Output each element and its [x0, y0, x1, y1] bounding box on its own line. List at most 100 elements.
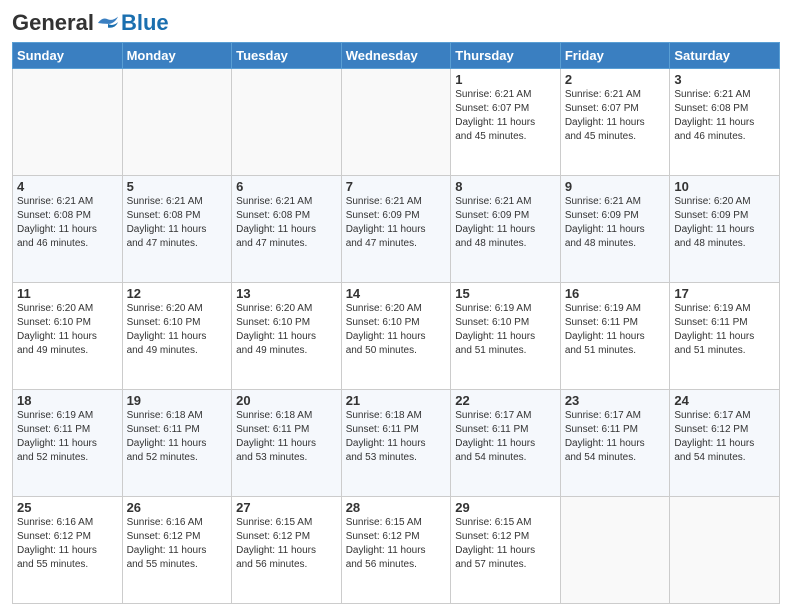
day-cell: 29Sunrise: 6:15 AM Sunset: 6:12 PM Dayli… — [451, 497, 561, 604]
week-row-5: 25Sunrise: 6:16 AM Sunset: 6:12 PM Dayli… — [13, 497, 780, 604]
weekday-header-saturday: Saturday — [670, 43, 780, 69]
day-info: Sunrise: 6:17 AM Sunset: 6:11 PM Dayligh… — [565, 409, 666, 465]
weekday-header-wednesday: Wednesday — [341, 43, 451, 69]
day-number: 4 — [17, 179, 118, 194]
logo-text: GeneralBlue — [12, 10, 169, 36]
day-number: 18 — [17, 393, 118, 408]
day-number: 12 — [127, 286, 228, 301]
header: GeneralBlue — [12, 10, 780, 36]
day-cell — [670, 497, 780, 604]
day-cell: 9Sunrise: 6:21 AM Sunset: 6:09 PM Daylig… — [560, 176, 670, 283]
day-cell — [560, 497, 670, 604]
day-number: 23 — [565, 393, 666, 408]
day-cell: 28Sunrise: 6:15 AM Sunset: 6:12 PM Dayli… — [341, 497, 451, 604]
day-number: 17 — [674, 286, 775, 301]
day-number: 5 — [127, 179, 228, 194]
day-number: 3 — [674, 72, 775, 87]
day-cell — [13, 69, 123, 176]
day-cell: 8Sunrise: 6:21 AM Sunset: 6:09 PM Daylig… — [451, 176, 561, 283]
day-number: 7 — [346, 179, 447, 194]
day-number: 9 — [565, 179, 666, 194]
day-cell — [122, 69, 232, 176]
logo: GeneralBlue — [12, 10, 169, 36]
day-cell: 16Sunrise: 6:19 AM Sunset: 6:11 PM Dayli… — [560, 283, 670, 390]
day-cell: 23Sunrise: 6:17 AM Sunset: 6:11 PM Dayli… — [560, 390, 670, 497]
day-cell: 11Sunrise: 6:20 AM Sunset: 6:10 PM Dayli… — [13, 283, 123, 390]
day-cell: 21Sunrise: 6:18 AM Sunset: 6:11 PM Dayli… — [341, 390, 451, 497]
day-number: 15 — [455, 286, 556, 301]
day-number: 2 — [565, 72, 666, 87]
weekday-header-monday: Monday — [122, 43, 232, 69]
day-cell: 18Sunrise: 6:19 AM Sunset: 6:11 PM Dayli… — [13, 390, 123, 497]
day-info: Sunrise: 6:21 AM Sunset: 6:08 PM Dayligh… — [127, 195, 228, 251]
day-cell: 25Sunrise: 6:16 AM Sunset: 6:12 PM Dayli… — [13, 497, 123, 604]
day-number: 28 — [346, 500, 447, 515]
day-number: 8 — [455, 179, 556, 194]
day-info: Sunrise: 6:16 AM Sunset: 6:12 PM Dayligh… — [17, 516, 118, 572]
day-info: Sunrise: 6:21 AM Sunset: 6:07 PM Dayligh… — [455, 88, 556, 144]
day-info: Sunrise: 6:20 AM Sunset: 6:10 PM Dayligh… — [236, 302, 337, 358]
day-info: Sunrise: 6:19 AM Sunset: 6:11 PM Dayligh… — [17, 409, 118, 465]
day-cell: 19Sunrise: 6:18 AM Sunset: 6:11 PM Dayli… — [122, 390, 232, 497]
weekday-header-thursday: Thursday — [451, 43, 561, 69]
day-info: Sunrise: 6:21 AM Sunset: 6:08 PM Dayligh… — [236, 195, 337, 251]
logo-blue: Blue — [121, 10, 169, 36]
day-number: 20 — [236, 393, 337, 408]
day-cell: 15Sunrise: 6:19 AM Sunset: 6:10 PM Dayli… — [451, 283, 561, 390]
day-info: Sunrise: 6:21 AM Sunset: 6:09 PM Dayligh… — [565, 195, 666, 251]
day-cell: 17Sunrise: 6:19 AM Sunset: 6:11 PM Dayli… — [670, 283, 780, 390]
day-info: Sunrise: 6:18 AM Sunset: 6:11 PM Dayligh… — [346, 409, 447, 465]
day-cell: 22Sunrise: 6:17 AM Sunset: 6:11 PM Dayli… — [451, 390, 561, 497]
day-cell: 14Sunrise: 6:20 AM Sunset: 6:10 PM Dayli… — [341, 283, 451, 390]
day-cell: 10Sunrise: 6:20 AM Sunset: 6:09 PM Dayli… — [670, 176, 780, 283]
day-info: Sunrise: 6:18 AM Sunset: 6:11 PM Dayligh… — [127, 409, 228, 465]
day-info: Sunrise: 6:19 AM Sunset: 6:11 PM Dayligh… — [565, 302, 666, 358]
day-cell: 7Sunrise: 6:21 AM Sunset: 6:09 PM Daylig… — [341, 176, 451, 283]
day-number: 21 — [346, 393, 447, 408]
day-info: Sunrise: 6:21 AM Sunset: 6:07 PM Dayligh… — [565, 88, 666, 144]
day-number: 19 — [127, 393, 228, 408]
day-number: 10 — [674, 179, 775, 194]
day-cell: 12Sunrise: 6:20 AM Sunset: 6:10 PM Dayli… — [122, 283, 232, 390]
weekday-header-friday: Friday — [560, 43, 670, 69]
page: GeneralBlue SundayMondayTuesdayWednesday… — [0, 0, 792, 612]
day-info: Sunrise: 6:21 AM Sunset: 6:08 PM Dayligh… — [674, 88, 775, 144]
day-cell: 6Sunrise: 6:21 AM Sunset: 6:08 PM Daylig… — [232, 176, 342, 283]
day-cell: 27Sunrise: 6:15 AM Sunset: 6:12 PM Dayli… — [232, 497, 342, 604]
day-number: 29 — [455, 500, 556, 515]
weekday-header-row: SundayMondayTuesdayWednesdayThursdayFrid… — [13, 43, 780, 69]
day-info: Sunrise: 6:21 AM Sunset: 6:08 PM Dayligh… — [17, 195, 118, 251]
day-info: Sunrise: 6:18 AM Sunset: 6:11 PM Dayligh… — [236, 409, 337, 465]
day-cell: 24Sunrise: 6:17 AM Sunset: 6:12 PM Dayli… — [670, 390, 780, 497]
day-number: 22 — [455, 393, 556, 408]
weekday-header-tuesday: Tuesday — [232, 43, 342, 69]
day-info: Sunrise: 6:20 AM Sunset: 6:09 PM Dayligh… — [674, 195, 775, 251]
day-info: Sunrise: 6:17 AM Sunset: 6:11 PM Dayligh… — [455, 409, 556, 465]
day-number: 6 — [236, 179, 337, 194]
day-info: Sunrise: 6:15 AM Sunset: 6:12 PM Dayligh… — [455, 516, 556, 572]
day-cell — [341, 69, 451, 176]
week-row-4: 18Sunrise: 6:19 AM Sunset: 6:11 PM Dayli… — [13, 390, 780, 497]
week-row-2: 4Sunrise: 6:21 AM Sunset: 6:08 PM Daylig… — [13, 176, 780, 283]
day-info: Sunrise: 6:20 AM Sunset: 6:10 PM Dayligh… — [346, 302, 447, 358]
day-cell: 20Sunrise: 6:18 AM Sunset: 6:11 PM Dayli… — [232, 390, 342, 497]
day-info: Sunrise: 6:16 AM Sunset: 6:12 PM Dayligh… — [127, 516, 228, 572]
day-cell — [232, 69, 342, 176]
day-number: 16 — [565, 286, 666, 301]
week-row-3: 11Sunrise: 6:20 AM Sunset: 6:10 PM Dayli… — [13, 283, 780, 390]
day-number: 14 — [346, 286, 447, 301]
day-cell: 13Sunrise: 6:20 AM Sunset: 6:10 PM Dayli… — [232, 283, 342, 390]
day-number: 24 — [674, 393, 775, 408]
day-info: Sunrise: 6:19 AM Sunset: 6:10 PM Dayligh… — [455, 302, 556, 358]
week-row-1: 1Sunrise: 6:21 AM Sunset: 6:07 PM Daylig… — [13, 69, 780, 176]
day-number: 25 — [17, 500, 118, 515]
day-number: 11 — [17, 286, 118, 301]
day-cell: 2Sunrise: 6:21 AM Sunset: 6:07 PM Daylig… — [560, 69, 670, 176]
day-cell: 1Sunrise: 6:21 AM Sunset: 6:07 PM Daylig… — [451, 69, 561, 176]
day-info: Sunrise: 6:20 AM Sunset: 6:10 PM Dayligh… — [17, 302, 118, 358]
day-cell: 4Sunrise: 6:21 AM Sunset: 6:08 PM Daylig… — [13, 176, 123, 283]
weekday-header-sunday: Sunday — [13, 43, 123, 69]
day-info: Sunrise: 6:21 AM Sunset: 6:09 PM Dayligh… — [346, 195, 447, 251]
bird-icon — [97, 15, 119, 31]
day-cell: 5Sunrise: 6:21 AM Sunset: 6:08 PM Daylig… — [122, 176, 232, 283]
